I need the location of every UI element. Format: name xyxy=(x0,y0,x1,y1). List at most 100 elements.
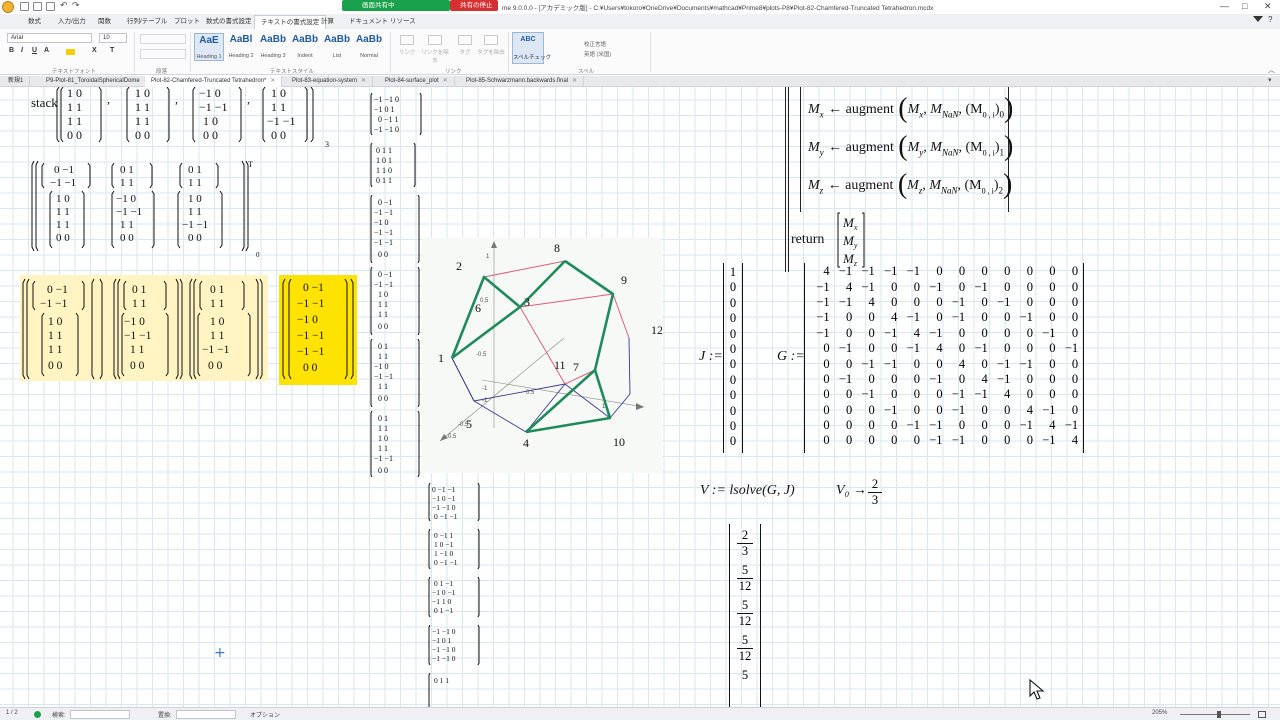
undo-icon[interactable]: ↶ xyxy=(60,0,68,11)
worksheet-canvas[interactable]: stack 1 01 11 10 0 , 1 01 11 10 0 , −1 0… xyxy=(0,87,1280,707)
doc-tab-plot-81[interactable]: P9-Plot-81_ToroidalSphericalDome✕ xyxy=(40,76,156,87)
G-row: 0 0 −1 −1 0 0 4 0 −1 −1 0 0 xyxy=(809,356,1080,371)
ribbon-collapse-icon[interactable]: ︿ xyxy=(1268,65,1275,75)
J-cell: 0 xyxy=(729,419,737,434)
style-list[interactable]: AaBb List xyxy=(322,33,352,61)
G-cell: 0 xyxy=(891,294,898,309)
G-cell: 0 xyxy=(981,264,988,279)
doc-tab-label: Plot-83-equation-system xyxy=(292,78,358,84)
tab-list-icon[interactable]: ▾ xyxy=(1268,76,1272,84)
svg-text:,: , xyxy=(247,92,250,106)
tab-input-output[interactable]: 入力/出力 xyxy=(58,16,86,27)
svg-text:1 0: 1 0 xyxy=(188,193,202,205)
G-cell: 0 xyxy=(823,418,830,433)
G-cell: 0 xyxy=(936,264,943,279)
new-file-icon[interactable] xyxy=(20,2,29,11)
tab-math[interactable]: 数式 xyxy=(28,16,41,27)
tab-document[interactable]: ドキュメント xyxy=(349,16,388,27)
G-cell: 0 xyxy=(913,294,920,309)
G-cell: 0 xyxy=(981,356,988,371)
open-file-icon[interactable] xyxy=(33,2,42,11)
doc-tab-plot-84[interactable]: Plot-84-surface_plot ✕ xyxy=(379,76,455,87)
tag-button[interactable]: タグ xyxy=(452,35,478,65)
G-cell: 0 xyxy=(981,294,988,309)
plot-3d-region[interactable]: 1 0.5 -0.5 -1 0.5 1 -1 -0.5 0.5 1 2 3 4 … xyxy=(422,238,663,473)
V-result-vector: 2 3 5 12 5 12 5 12 5 xyxy=(729,524,761,707)
style-preview: AaBl xyxy=(229,34,253,45)
font-name-select[interactable]: Arial xyxy=(7,33,92,43)
svg-text:1 1: 1 1 xyxy=(56,206,70,218)
fit-page-icon[interactable] xyxy=(1258,711,1266,718)
close-tab-icon[interactable]: ✕ xyxy=(361,78,366,84)
svg-text:0 0: 0 0 xyxy=(120,232,134,244)
zoom-slider[interactable] xyxy=(1180,714,1250,715)
proofing-language-select[interactable]: 英語 (米国) xyxy=(584,50,644,58)
close-tab-icon[interactable]: ✕ xyxy=(270,78,275,84)
remove-tag-button[interactable]: タグを除去 xyxy=(476,35,506,65)
remove-link-button[interactable]: リンクを除去 xyxy=(420,35,450,65)
J-cell: 0 xyxy=(729,342,737,357)
tab-matrices-tables[interactable]: 行列/テーブル xyxy=(127,16,167,27)
G-cell: 0 xyxy=(936,402,943,417)
replace-input[interactable] xyxy=(176,710,236,719)
subscript-button[interactable]: X xyxy=(92,47,97,54)
style-indent[interactable]: AaBb Indent xyxy=(290,33,320,61)
J-definition-label: J := xyxy=(699,349,723,364)
spell-check-button[interactable]: ABC スペルチェック xyxy=(512,32,551,64)
tab-math-formatting[interactable]: 数式の書式設定 xyxy=(206,16,252,27)
tab-functions[interactable]: 関数 xyxy=(98,16,111,27)
G-row: 4 −1 −1 −1 −1 0 0 0 0 0 0 0 xyxy=(809,264,1080,279)
save-icon[interactable] xyxy=(46,2,55,11)
underline-button[interactable]: U xyxy=(32,47,37,54)
maximize-button[interactable]: □ xyxy=(1242,1,1247,12)
highlight-color-icon[interactable] xyxy=(66,49,75,55)
style-heading-2[interactable]: AaBl Heading 2 xyxy=(226,33,256,61)
paragraph-bullets-icon[interactable] xyxy=(140,34,186,44)
zoom-slider-thumb[interactable] xyxy=(1217,711,1221,718)
font-size-select[interactable]: 10 xyxy=(99,33,127,43)
replace-label: 置換: xyxy=(158,713,172,719)
font-color-button[interactable]: A xyxy=(44,47,49,54)
app-logo-icon[interactable] xyxy=(2,1,14,13)
style-preview: AaBb xyxy=(259,34,287,45)
G-cell: −1 xyxy=(951,402,966,417)
tab-text-formatting[interactable]: テキストの書式設定 xyxy=(254,15,327,29)
svg-text:0 −1: 0 −1 xyxy=(378,270,393,279)
G-cell: −1 xyxy=(951,310,966,325)
link-button[interactable]: リンク xyxy=(394,35,420,65)
tab-plots[interactable]: プロット xyxy=(174,16,200,27)
style-normal[interactable]: AaBb Normal xyxy=(354,33,384,61)
close-tab-icon[interactable]: ✕ xyxy=(572,78,577,84)
paragraph-align-icon[interactable] xyxy=(140,49,186,59)
style-label: List xyxy=(332,53,342,59)
close-window-button[interactable]: ✕ xyxy=(1264,1,1272,12)
svg-text:−1 −1: −1 −1 xyxy=(374,238,393,247)
style-heading-1[interactable]: AaE Heading 1 xyxy=(194,33,224,61)
minimize-button[interactable]: — xyxy=(1220,1,1229,12)
doc-tab-plot-83[interactable]: Plot-83-equation-system ✕ xyxy=(286,76,374,87)
V-lsolve-definition: V := lsolve(G, J) xyxy=(700,483,795,498)
tab-resources[interactable]: リソース xyxy=(390,16,416,27)
V-numerator: 2 xyxy=(737,528,753,544)
clear-format-button[interactable]: T xyxy=(110,47,114,54)
G-cell: 0 xyxy=(823,402,830,417)
augment-lhs-sub: x xyxy=(819,109,824,120)
doc-tab-plot-82[interactable]: Plot-82-Chamfered-Truncated Tetrahedron*… xyxy=(145,76,283,87)
doc-tab-new[interactable]: 新規1 xyxy=(2,76,31,87)
doc-tab-plot-85[interactable]: Plot-85-Schwarzmann.backwards.final ✕ xyxy=(460,76,585,87)
account-icon[interactable] xyxy=(1253,16,1263,26)
close-tab-icon[interactable]: ✕ xyxy=(443,78,448,84)
G-cell: 0 xyxy=(845,325,853,340)
options-button[interactable]: オプション xyxy=(250,710,280,719)
italic-button[interactable]: I xyxy=(21,47,23,54)
find-input[interactable] xyxy=(70,710,130,719)
augment-func: ← augment xyxy=(828,102,894,118)
stop-share-button[interactable]: 共有の停止 xyxy=(450,0,498,11)
bold-button[interactable]: B xyxy=(9,47,14,54)
J-cell: 0 xyxy=(729,403,737,418)
redo-icon[interactable]: ↷ xyxy=(72,0,80,11)
tab-calculation[interactable]: 計算 xyxy=(321,16,334,27)
help-button[interactable]: ? xyxy=(1268,15,1272,24)
svg-text:−1 0 1: −1 0 1 xyxy=(432,636,451,645)
style-heading-3[interactable]: AaBb Heading 3 xyxy=(258,33,288,61)
